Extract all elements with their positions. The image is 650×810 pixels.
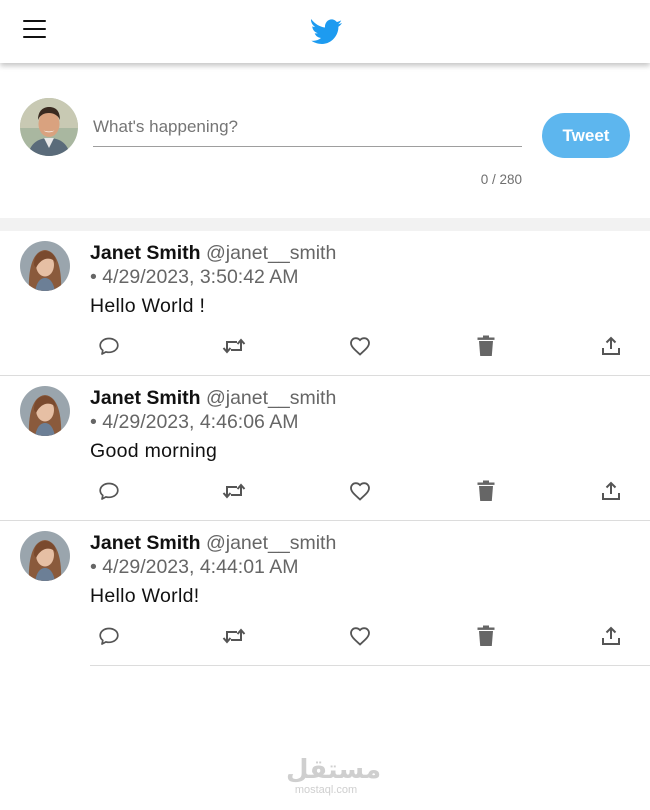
- tweet-feed: Janet Smith @janet__smith • 4/29/2023, 3…: [0, 231, 650, 666]
- tweet-button[interactable]: Tweet: [542, 113, 630, 158]
- avatar: [20, 531, 70, 581]
- tweet-divider: [90, 665, 650, 666]
- author-handle[interactable]: @janet__smith: [206, 387, 336, 409]
- app-bar: [0, 0, 650, 63]
- tweet-item: Janet Smith @janet__smith • 4/29/2023, 4…: [0, 376, 650, 521]
- author-name[interactable]: Janet Smith: [90, 532, 201, 554]
- delete-icon[interactable]: [473, 478, 499, 504]
- tweet-timestamp: • 4/29/2023, 3:50:42 AM: [90, 266, 299, 288]
- share-icon[interactable]: [598, 478, 624, 504]
- author-name[interactable]: Janet Smith: [90, 242, 201, 264]
- section-divider: [0, 218, 650, 231]
- avatar: [20, 98, 78, 156]
- watermark-arabic: مستقل: [286, 755, 382, 785]
- hamburger-menu-icon[interactable]: [22, 20, 50, 42]
- reply-icon[interactable]: [96, 623, 122, 649]
- retweet-icon[interactable]: [221, 333, 247, 359]
- reply-icon[interactable]: [96, 478, 122, 504]
- author-handle[interactable]: @janet__smith: [206, 242, 336, 264]
- twitter-bird-icon[interactable]: [307, 13, 343, 49]
- tweet-input[interactable]: [93, 115, 522, 147]
- delete-icon[interactable]: [473, 623, 499, 649]
- character-counter: 0 / 280: [480, 172, 522, 187]
- like-icon[interactable]: [347, 623, 373, 649]
- delete-icon[interactable]: [473, 333, 499, 359]
- reply-icon[interactable]: [96, 333, 122, 359]
- retweet-icon[interactable]: [221, 623, 247, 649]
- watermark: مستقل mostaql.com: [286, 755, 382, 796]
- like-icon[interactable]: [347, 333, 373, 359]
- tweet-text: Good morning: [90, 440, 218, 462]
- tweet-composer: 0 / 280 Tweet: [0, 63, 650, 218]
- tweet-timestamp: • 4/29/2023, 4:44:01 AM: [90, 556, 299, 578]
- share-icon[interactable]: [598, 623, 624, 649]
- tweet-text: Hello World !: [90, 295, 206, 317]
- author-handle[interactable]: @janet__smith: [206, 532, 336, 554]
- tweet-item: Janet Smith @janet__smith • 4/29/2023, 4…: [0, 521, 650, 666]
- avatar: [20, 241, 70, 291]
- tweet-item: Janet Smith @janet__smith • 4/29/2023, 3…: [0, 231, 650, 376]
- watermark-latin: mostaql.com: [294, 784, 358, 796]
- tweet-timestamp: • 4/29/2023, 4:46:06 AM: [90, 411, 299, 433]
- tweet-text: Hello World!: [90, 585, 200, 607]
- author-name[interactable]: Janet Smith: [90, 387, 201, 409]
- share-icon[interactable]: [598, 333, 624, 359]
- avatar: [20, 386, 70, 436]
- like-icon[interactable]: [347, 478, 373, 504]
- retweet-icon[interactable]: [221, 478, 247, 504]
